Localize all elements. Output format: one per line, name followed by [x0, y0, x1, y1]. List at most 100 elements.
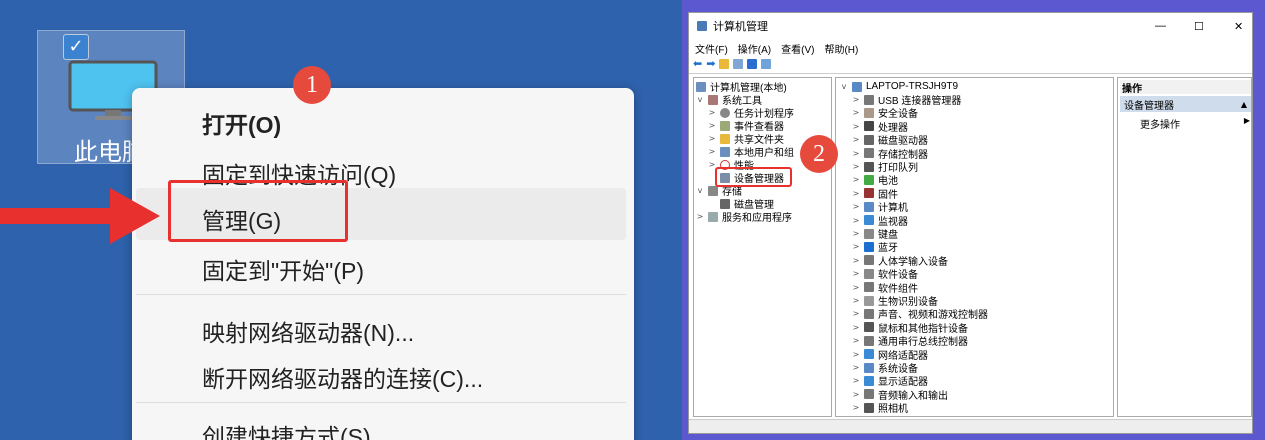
chevron-right-icon[interactable]: > — [852, 216, 860, 225]
menu-action[interactable]: 操作(A) — [738, 41, 771, 56]
chevron-right-icon[interactable]: > — [852, 336, 860, 345]
disk-icon — [720, 198, 730, 209]
device-category-row[interactable]: > 通用串行总线控制器 — [852, 334, 968, 348]
chevron-right-icon[interactable]: > — [852, 189, 860, 198]
device-category-row[interactable]: > 安全设备 — [852, 106, 918, 120]
actions-section[interactable]: 设备管理器 — [1124, 97, 1174, 112]
device-category-row[interactable]: > 软件组件 — [852, 281, 918, 295]
device-category-row[interactable]: > 电池 — [852, 173, 898, 187]
collapse-up-icon[interactable]: ▲ — [1241, 100, 1247, 109]
device-category-row[interactable]: > 键盘 — [852, 227, 898, 241]
chevron-right-icon[interactable]: > — [852, 135, 860, 144]
maximize-button[interactable]: ☐ — [1194, 20, 1204, 33]
device-category-row[interactable]: > 音频输入和输出 — [852, 388, 948, 402]
chevron-right-icon[interactable]: > — [852, 95, 860, 104]
computer-management-window: 计算机管理 — ☐ ✕ 文件(F) 操作(A) 查看(V) 帮助(H) ⬅ ➡ … — [688, 12, 1253, 434]
device-category-row[interactable]: > 声音、视频和游戏控制器 — [852, 307, 988, 321]
device-category-row[interactable]: > 打印队列 — [852, 160, 918, 174]
status-bar — [689, 419, 1252, 433]
device-category-icon — [864, 174, 874, 185]
chevron-right-icon[interactable]: > — [708, 147, 716, 156]
console-tree-icon[interactable] — [733, 58, 744, 69]
tree-services[interactable]: 服务和应用程序 — [722, 209, 792, 224]
chevron-right-icon[interactable]: > — [852, 283, 860, 292]
chevron-right-icon[interactable]: > — [696, 212, 704, 221]
menu-item-disconnect-drive[interactable]: 断开网络驱动器的连接(C)... — [202, 360, 483, 394]
device-category-row[interactable]: > 固件 — [852, 187, 898, 201]
chevron-right-icon[interactable]: > — [852, 296, 860, 305]
device-category-row[interactable]: > 计算机 — [852, 200, 908, 214]
device-category-row[interactable]: > 存储控制器 — [852, 147, 928, 161]
device-category-icon — [864, 107, 874, 118]
up-folder-icon[interactable] — [719, 58, 730, 69]
device-category-row[interactable]: > 处理器 — [852, 120, 908, 134]
tools-icon — [708, 94, 718, 105]
device-category-row[interactable]: > USB 连接器管理器 — [852, 93, 961, 107]
device-category-row[interactable]: > 显示适配器 — [852, 374, 928, 388]
forward-icon[interactable]: ➡ — [706, 57, 715, 70]
services-icon — [708, 211, 718, 222]
device-category-icon — [864, 389, 874, 400]
chevron-right-icon[interactable]: > — [852, 175, 860, 184]
device-category-row[interactable]: > 磁盘驱动器 — [852, 133, 928, 147]
device-category-icon — [864, 295, 874, 306]
step-badge-2: 2 — [800, 135, 838, 173]
device-category-row[interactable]: > 照相机 — [852, 401, 908, 416]
device-category-icon — [864, 94, 874, 105]
device-category-row[interactable]: > 鼠标和其他指针设备 — [852, 321, 968, 335]
minimize-button[interactable]: — — [1155, 20, 1166, 32]
chevron-right-icon[interactable]: > — [708, 134, 716, 143]
device-category-row[interactable]: > 蓝牙 — [852, 240, 898, 254]
device-category-row[interactable]: > 网络适配器 — [852, 348, 928, 362]
chevron-down-icon[interactable]: v — [696, 186, 704, 195]
device-category-row[interactable]: > 监视器 — [852, 214, 908, 228]
device-category-icon — [864, 268, 874, 279]
checkbox-icon[interactable]: ✓ — [63, 34, 89, 60]
chevron-right-icon[interactable]: > — [852, 242, 860, 251]
submenu-arrow-icon[interactable]: ▶ — [1244, 116, 1250, 131]
chevron-right-icon[interactable]: > — [708, 121, 716, 130]
chevron-right-icon[interactable]: > — [852, 376, 860, 385]
chevron-right-icon[interactable]: > — [852, 122, 860, 131]
menu-item-pin-start[interactable]: 固定到"开始"(P) — [202, 252, 364, 286]
menu-file[interactable]: 文件(F) — [695, 41, 728, 56]
device-computer-name[interactable]: LAPTOP-TRSJH9T9 — [866, 81, 958, 92]
chevron-right-icon[interactable]: > — [852, 403, 860, 412]
back-icon[interactable]: ⬅ — [693, 57, 702, 70]
chevron-right-icon[interactable]: > — [852, 256, 860, 265]
help-icon[interactable] — [747, 58, 758, 69]
menu-item-open[interactable]: 打开(O) — [202, 106, 281, 140]
chevron-right-icon[interactable]: > — [852, 229, 860, 238]
properties-icon[interactable] — [761, 58, 772, 69]
menu-help[interactable]: 帮助(H) — [824, 41, 858, 56]
device-category-row[interactable]: > 生物识别设备 — [852, 294, 938, 308]
device-category-label: 照相机 — [878, 404, 908, 416]
chevron-right-icon[interactable]: > — [852, 323, 860, 332]
device-category-icon — [864, 255, 874, 266]
chevron-right-icon[interactable]: > — [852, 108, 860, 117]
device-category-row[interactable]: > 人体学输入设备 — [852, 254, 948, 268]
device-category-icon — [864, 349, 874, 360]
device-category-row[interactable]: > 系统设备 — [852, 361, 918, 375]
device-category-icon — [864, 335, 874, 346]
chevron-right-icon[interactable]: > — [708, 108, 716, 117]
tree-pane: 计算机管理(本地) v 系统工具 > 任务计划程序 > 事件查看器 > 共享文件夹 > 本… — [693, 77, 832, 417]
chevron-right-icon[interactable]: > — [852, 350, 860, 359]
computer-icon — [852, 81, 862, 92]
more-actions-link[interactable]: 更多操作 — [1140, 116, 1180, 131]
menu-item-create-shortcut[interactable]: 创建快捷方式(S) — [202, 418, 371, 440]
chevron-right-icon[interactable]: > — [852, 390, 860, 399]
chevron-right-icon[interactable]: > — [852, 363, 860, 372]
chevron-right-icon[interactable]: > — [852, 202, 860, 211]
device-category-icon — [864, 121, 874, 132]
chevron-right-icon[interactable]: > — [852, 149, 860, 158]
chevron-down-icon[interactable]: v — [696, 95, 704, 104]
menu-item-map-drive[interactable]: 映射网络驱动器(N)... — [202, 314, 414, 348]
chevron-right-icon[interactable]: > — [852, 269, 860, 278]
close-button[interactable]: ✕ — [1234, 20, 1243, 33]
device-category-row[interactable]: > 软件设备 — [852, 267, 918, 281]
chevron-down-icon[interactable]: v — [840, 82, 848, 91]
menu-view[interactable]: 查看(V) — [781, 41, 814, 56]
chevron-right-icon[interactable]: > — [852, 162, 860, 171]
chevron-right-icon[interactable]: > — [852, 309, 860, 318]
